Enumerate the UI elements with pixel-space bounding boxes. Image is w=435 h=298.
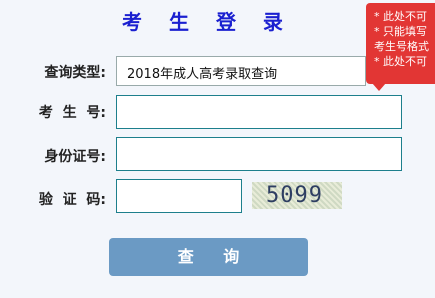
captcha-image[interactable]: 5099	[252, 182, 342, 209]
tooltip-arrow	[372, 83, 386, 91]
tooltip-line: * 只能填写	[374, 25, 427, 38]
id-number-input[interactable]	[116, 137, 402, 171]
tooltip-line: * 此处不可	[374, 55, 427, 68]
query-button[interactable]: 查 询	[109, 238, 308, 276]
captcha-input[interactable]	[116, 179, 242, 213]
query-type-select[interactable]: 2018年成人高考录取查询	[116, 56, 366, 86]
exam-number-input[interactable]	[116, 95, 402, 129]
id-number-label: 身份证号:	[44, 149, 106, 165]
query-type-label: 查询类型:	[44, 65, 106, 81]
exam-number-label: 考 生 号:	[38, 105, 106, 121]
tooltip-line: 考生号格式	[374, 40, 429, 53]
tooltip-line: * 此处不可	[374, 10, 427, 23]
validation-tooltip: * 此处不可 * 只能填写 考生号格式 * 此处不可	[366, 3, 435, 84]
captcha-text: 5099	[266, 183, 323, 208]
captcha-label: 验 证 码:	[38, 192, 106, 208]
